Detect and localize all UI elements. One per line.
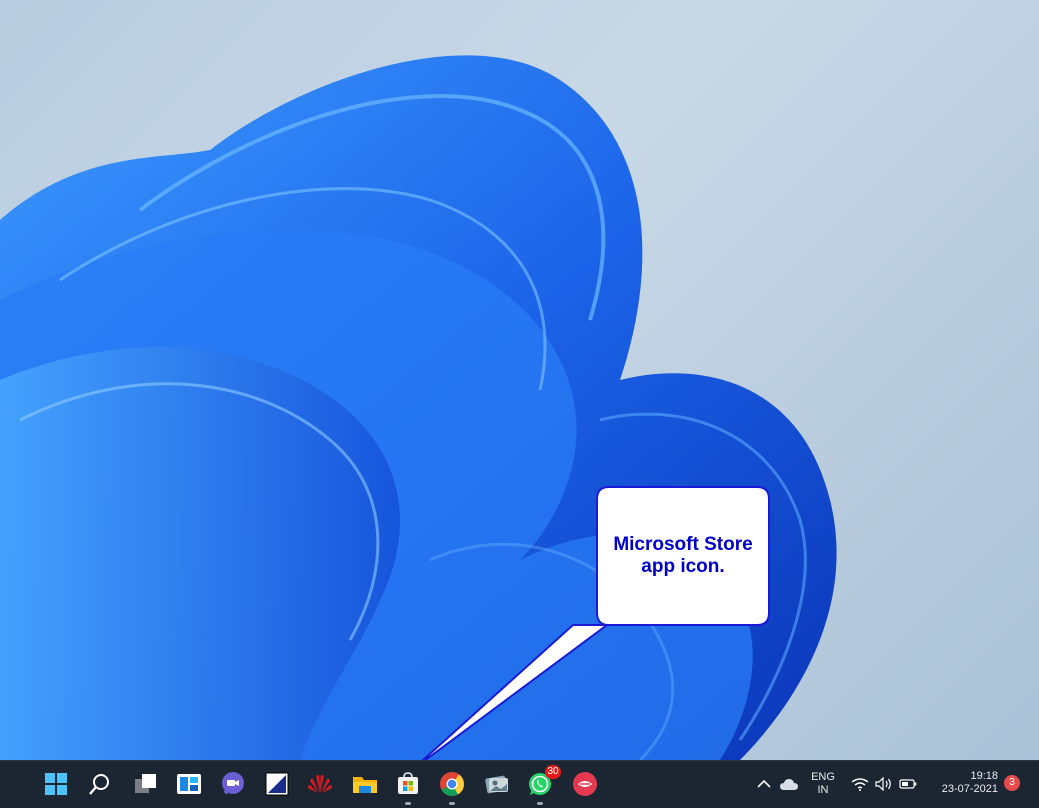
- huawei-icon: [308, 775, 332, 793]
- task-view-button[interactable]: [131, 769, 161, 799]
- red-app-button[interactable]: [570, 769, 600, 799]
- callout-line-2: app icon.: [641, 556, 725, 577]
- battery-icon: [899, 779, 917, 789]
- task-view-icon: [135, 774, 156, 793]
- notification-center-badge[interactable]: 3: [1004, 775, 1020, 791]
- search-button[interactable]: [85, 769, 115, 799]
- desktop-wallpaper: [0, 55, 837, 760]
- file-explorer-button[interactable]: [350, 769, 380, 799]
- chevron-up-icon: [757, 779, 771, 788]
- running-indicator: [405, 802, 411, 805]
- wifi-icon: [851, 778, 869, 791]
- teams-chat-button[interactable]: [218, 769, 248, 799]
- start-button[interactable]: [41, 769, 71, 799]
- taskbar: 30 ENG IN 19:18 23-07-2021: [0, 760, 1039, 808]
- microsoft-store-button[interactable]: [393, 769, 423, 805]
- red-app-icon: [573, 772, 597, 796]
- region-code: IN: [817, 784, 829, 796]
- callout-text: Microsoft Store app icon.: [597, 488, 769, 624]
- widgets-icon: [177, 774, 201, 794]
- callout-line-1: Microsoft Store: [613, 534, 753, 555]
- chrome-icon: [440, 772, 464, 797]
- language-indicator[interactable]: ENG IN: [806, 771, 840, 797]
- photos-icon: [485, 775, 508, 794]
- onedrive-button[interactable]: [776, 769, 802, 799]
- teams-chat-icon: [222, 772, 244, 795]
- search-icon: [89, 774, 109, 795]
- volume-icon: [875, 777, 891, 791]
- running-indicator: [537, 802, 543, 805]
- chrome-button[interactable]: [437, 769, 467, 805]
- running-indicator: [449, 802, 455, 805]
- language-code: ENG: [811, 771, 835, 783]
- widgets-button[interactable]: [174, 769, 204, 799]
- clock[interactable]: 19:18 23-07-2021: [930, 770, 998, 796]
- huawei-button[interactable]: [305, 769, 335, 799]
- windows-logo-icon: [45, 773, 67, 795]
- show-hidden-icons-button[interactable]: [752, 769, 776, 799]
- store-bag-icon: [398, 772, 418, 794]
- battery-button[interactable]: [896, 769, 920, 799]
- cloud-icon: [780, 779, 798, 790]
- notification-badge: 30: [545, 765, 561, 779]
- folder-icon: [353, 777, 377, 793]
- app-square-icon: [265, 772, 289, 796]
- network-button[interactable]: [848, 769, 872, 799]
- clock-time: 19:18: [970, 770, 998, 782]
- clock-date: 23-07-2021: [941, 783, 998, 795]
- whatsapp-button[interactable]: 30: [525, 765, 561, 805]
- photos-app-button[interactable]: [482, 769, 512, 799]
- volume-button[interactable]: [872, 769, 896, 799]
- app-button[interactable]: [262, 769, 292, 799]
